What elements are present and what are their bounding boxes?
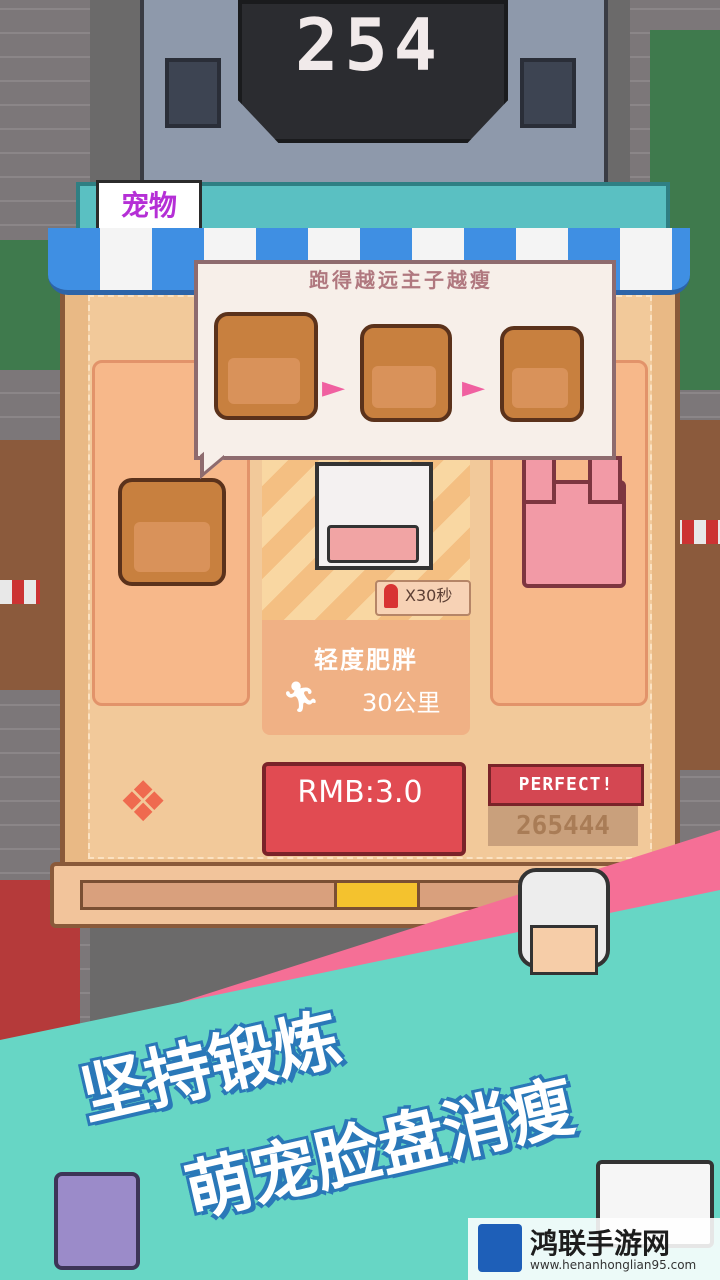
rocket-icon — [384, 584, 398, 608]
cat-pet — [54, 1172, 140, 1270]
hamster-slim — [500, 326, 584, 422]
arrow-right-icon: ► — [322, 370, 346, 405]
runner-icon: 🏃︎ — [282, 680, 321, 715]
hamster-medium-face — [372, 366, 436, 408]
watermark-url: www.henanhonglian95.com — [530, 1258, 697, 1272]
watermark-title: 鸿联手游网 — [530, 1227, 671, 1260]
watermark-logo-icon — [478, 1224, 522, 1272]
sheep-face — [530, 925, 598, 975]
paw-icon: ❖ — [118, 770, 169, 835]
rabbit-ear-right — [588, 456, 622, 504]
tip-title: 跑得越远主子越瘦 — [309, 268, 493, 292]
boost-badge-label: X30秒 — [405, 586, 453, 605]
robot-eye-left — [165, 58, 221, 128]
hamster-slim-face — [512, 368, 568, 408]
tab-pets[interactable]: 宠物 — [96, 180, 202, 232]
hamster-fat-face — [228, 358, 300, 404]
hamster-pet — [118, 478, 226, 586]
score-display: 254 — [294, 3, 444, 87]
perfect-banner: PERFECT! — [488, 764, 644, 806]
hamster-face — [134, 522, 210, 572]
hamster-medium — [360, 324, 452, 422]
buy-button-label: RMB:3.0 — [297, 775, 423, 810]
robot-eye-right — [520, 58, 576, 128]
arrow-right-icon: ► — [462, 370, 486, 405]
hamster-fat — [214, 312, 318, 420]
building-left-brown — [0, 440, 60, 690]
pet-status-title: 轻度肥胖 — [314, 646, 418, 674]
shop-awning-left — [0, 580, 40, 604]
cow-nose — [327, 525, 419, 563]
pet-distance: 30公里 — [362, 689, 441, 717]
rabbit-ear-left — [522, 456, 556, 504]
perfect-score: 265444 — [488, 806, 638, 846]
scroll-thumb[interactable] — [334, 880, 420, 910]
